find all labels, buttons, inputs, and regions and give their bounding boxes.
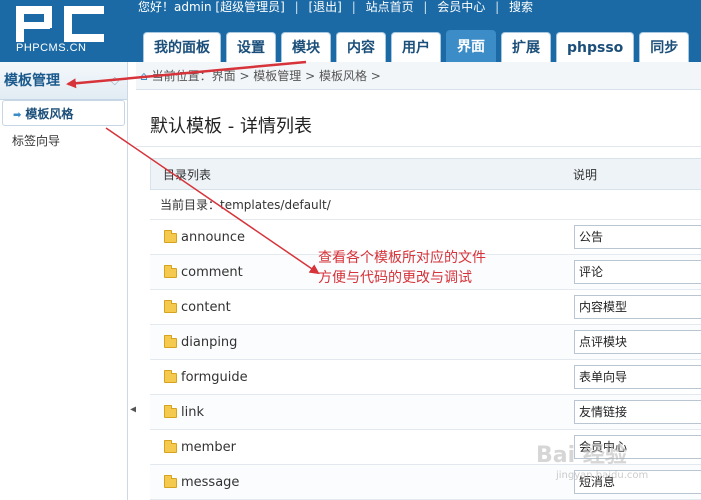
folder-link[interactable]: message bbox=[181, 465, 239, 500]
logo-text: PHPCMS.CN bbox=[16, 42, 87, 54]
col-dir-header: 目录列表 bbox=[163, 168, 212, 182]
user-greeting: 您好！admin [超级管理员] bbox=[138, 0, 285, 14]
folder-icon bbox=[164, 475, 177, 488]
col-desc-header: 说明 bbox=[573, 168, 598, 182]
sidebar-title-label: 模板管理 bbox=[4, 73, 60, 89]
current-directory: 当前目录：templates/default/ bbox=[150, 190, 701, 220]
sidebar-item-template-style[interactable]: ➡ 模板风格 bbox=[2, 100, 125, 126]
table-row: link 友情链接 bbox=[150, 395, 701, 430]
tab-interface[interactable]: 界面 bbox=[446, 30, 496, 62]
top-header: PHPCMS.CN 您好！admin [超级管理员] | [退出] | 站点首页… bbox=[0, 0, 701, 62]
tab-my-panel[interactable]: 我的面板 bbox=[143, 32, 221, 62]
folder-icon bbox=[164, 300, 177, 313]
tab-modules[interactable]: 模块 bbox=[281, 32, 331, 62]
arrow-right-icon: ➡ bbox=[13, 110, 22, 121]
breadcrumb-text: 当前位置：界面 > 模板管理 > 模板风格 > bbox=[151, 69, 381, 83]
main-nav: 我的面板 设置 模块 内容 用户 界面 扩展 phpsso 同步 bbox=[143, 30, 694, 62]
desc-input[interactable]: 点评模块 bbox=[574, 330, 701, 354]
annotation-text: 查看各个模板所对应的文件 方便与代码的更改与调试 bbox=[318, 248, 486, 288]
table-row: content 内容模型 bbox=[150, 290, 701, 325]
sidebar-item-label: 标签向导 bbox=[12, 134, 61, 148]
page-title: 默认模板 - 详情列表 bbox=[150, 116, 312, 137]
member-center-link[interactable]: 会员中心 bbox=[437, 0, 485, 14]
tab-phpsso[interactable]: phpsso bbox=[556, 32, 635, 62]
watermark: Bai 经验 bbox=[536, 443, 627, 468]
tab-settings[interactable]: 设置 bbox=[226, 32, 276, 62]
folder-icon bbox=[164, 370, 177, 383]
sidebar: 模板管理 ◇ ➡ 模板风格 标签向导 bbox=[0, 62, 128, 500]
table-row: formguide 表单向导 bbox=[150, 360, 701, 395]
folder-link[interactable]: content bbox=[181, 290, 231, 325]
tab-extensions[interactable]: 扩展 bbox=[501, 32, 551, 62]
site-home-link[interactable]: 站点首页 bbox=[366, 0, 414, 14]
table-row: dianping 点评模块 bbox=[150, 325, 701, 360]
folder-link[interactable]: link bbox=[181, 395, 204, 430]
folder-link[interactable]: member bbox=[181, 430, 236, 465]
search-link[interactable]: 搜索 bbox=[509, 0, 533, 14]
folder-icon bbox=[164, 335, 177, 348]
desc-input[interactable]: 公告 bbox=[574, 225, 701, 249]
desc-input[interactable]: 评论 bbox=[574, 260, 701, 284]
tab-sync[interactable]: 同步 bbox=[639, 32, 690, 62]
collapse-caret-icon[interactable]: ◇ bbox=[111, 62, 119, 100]
divider bbox=[136, 146, 701, 147]
home-icon[interactable]: ⌂ bbox=[140, 69, 148, 83]
folder-link[interactable]: announce bbox=[181, 220, 245, 255]
folder-icon bbox=[164, 440, 177, 453]
phpcms-logo[interactable]: PHPCMS.CN bbox=[10, 4, 125, 58]
desc-input[interactable]: 表单向导 bbox=[574, 365, 701, 389]
logo-mark bbox=[16, 6, 112, 42]
folder-icon bbox=[164, 230, 177, 243]
watermark-sub: jingyan.baidu.com bbox=[556, 470, 649, 481]
folder-icon bbox=[164, 265, 177, 278]
logout-link[interactable]: [退出] bbox=[308, 0, 341, 14]
sidebar-item-label: 模板风格 bbox=[25, 107, 74, 121]
tab-content[interactable]: 内容 bbox=[336, 32, 386, 62]
top-links: 您好！admin [超级管理员] | [退出] | 站点首页 | 会员中心 | … bbox=[138, 0, 534, 14]
annotation-line-1: 查看各个模板所对应的文件 bbox=[318, 250, 486, 266]
folder-icon bbox=[164, 405, 177, 418]
breadcrumb: ⌂ 当前位置：界面 > 模板管理 > 模板风格 > bbox=[136, 62, 701, 90]
sidebar-title[interactable]: 模板管理 ◇ bbox=[0, 62, 127, 100]
desc-input[interactable]: 友情链接 bbox=[574, 400, 701, 424]
tab-users[interactable]: 用户 bbox=[391, 32, 441, 62]
folder-link[interactable]: formguide bbox=[181, 360, 248, 395]
sidebar-item-tag-wizard[interactable]: 标签向导 bbox=[2, 128, 125, 154]
table-header: 目录列表 说明 bbox=[150, 158, 701, 190]
folder-link[interactable]: comment bbox=[181, 255, 243, 290]
folder-link[interactable]: dianping bbox=[181, 325, 237, 360]
desc-input[interactable]: 内容模型 bbox=[574, 295, 701, 319]
annotation-line-2: 方便与代码的更改与调试 bbox=[318, 270, 472, 286]
